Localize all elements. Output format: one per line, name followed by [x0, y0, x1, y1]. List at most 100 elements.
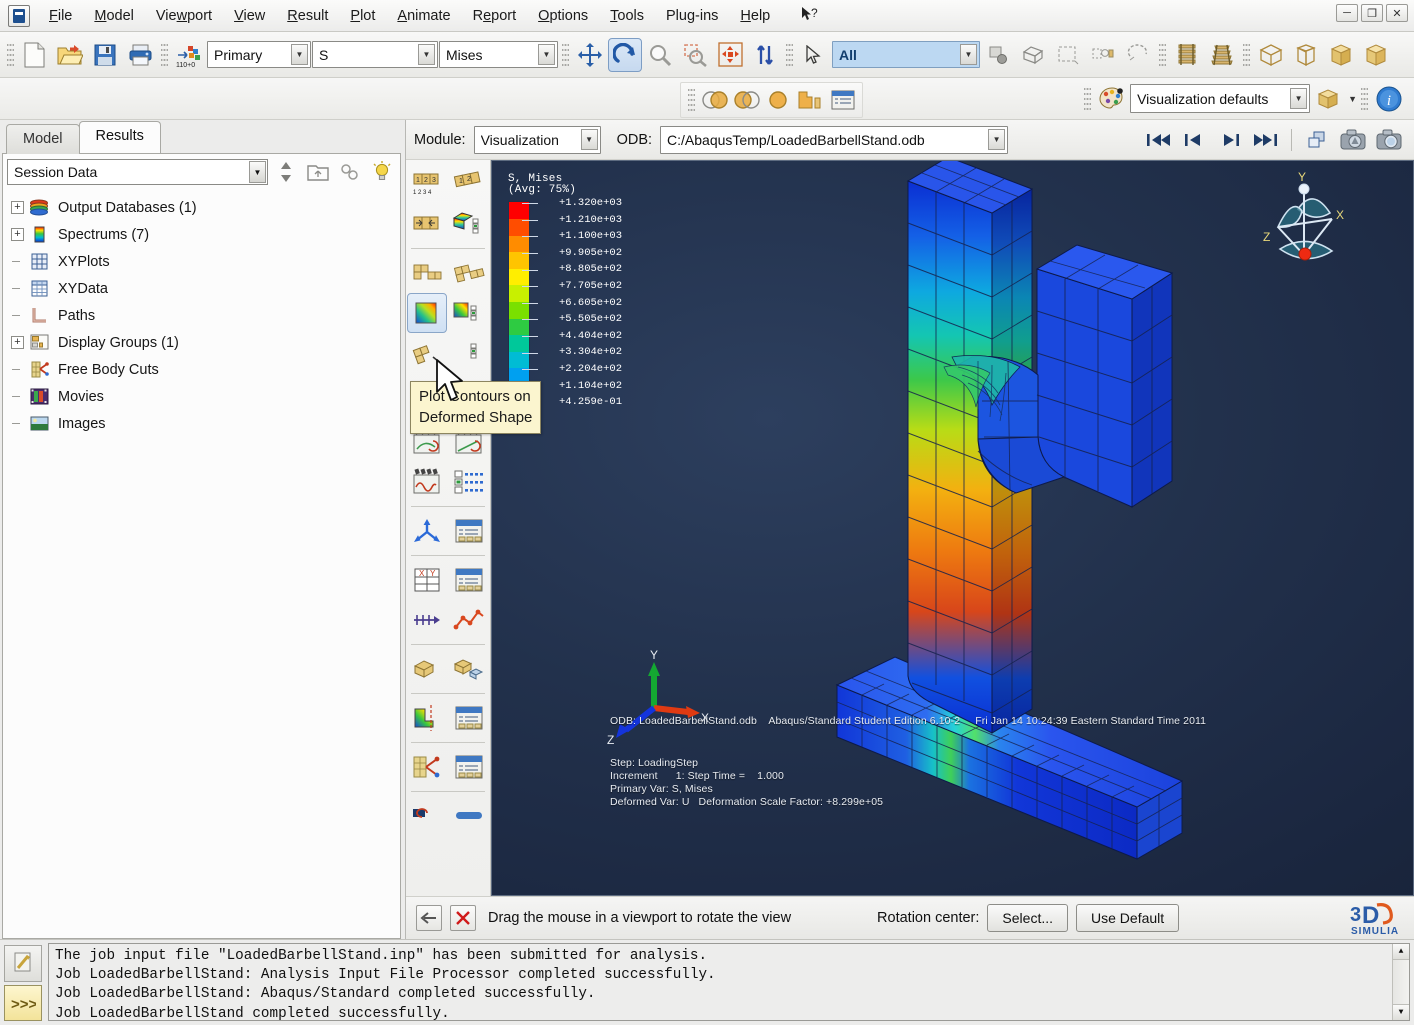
- view-cut-manager-icon[interactable]: [449, 698, 489, 738]
- view-cut-icon[interactable]: [1311, 82, 1345, 116]
- link-icon[interactable]: [336, 159, 364, 185]
- minimize-button[interactable]: ─: [1336, 4, 1358, 22]
- up-down-spinner-icon[interactable]: [272, 159, 300, 185]
- selection-filter-select[interactable]: All ▼: [832, 41, 980, 68]
- pan-icon[interactable]: [573, 38, 607, 72]
- toolbar-grip[interactable]: [7, 41, 14, 68]
- close-button[interactable]: ✕: [1386, 4, 1408, 22]
- previous-frame-icon[interactable]: [1177, 126, 1211, 154]
- chevron-down-icon[interactable]: ▼: [988, 129, 1006, 150]
- overlay-plot-icon[interactable]: [700, 85, 730, 115]
- tree-item-movies[interactable]: Movies: [5, 383, 400, 410]
- remove-selected-icon[interactable]: [1121, 38, 1155, 72]
- view-cut-dropdown-arrow[interactable]: ▼: [1348, 94, 1357, 104]
- toolbar-grip-7[interactable]: [688, 87, 695, 113]
- command-line-icon[interactable]: >>>: [4, 984, 42, 1021]
- tree-item-images[interactable]: Images: [5, 410, 400, 437]
- snapshot-icon[interactable]: [1372, 126, 1406, 154]
- rotate-icon[interactable]: [608, 37, 642, 72]
- next-frame-icon[interactable]: [1213, 126, 1247, 154]
- add-selected-icon[interactable]: [1086, 38, 1120, 72]
- save-icon[interactable]: [88, 38, 122, 72]
- last-frame-icon[interactable]: [1249, 126, 1283, 154]
- free-body-cut-manager-icon[interactable]: [449, 747, 489, 787]
- animation-options-icon[interactable]: [449, 462, 489, 502]
- create-display-group-icon[interactable]: [407, 649, 447, 689]
- context-help-icon[interactable]: ?: [795, 4, 826, 28]
- tree-item-xyplots[interactable]: XYPlots: [5, 248, 400, 275]
- field-output-icon[interactable]: 110+0: [172, 38, 206, 72]
- plot-contours-deformed-shape-icon[interactable]: [407, 293, 447, 333]
- scroll-down-icon[interactable]: ▼: [1393, 1004, 1409, 1020]
- wireframe-icon[interactable]: [1170, 38, 1204, 72]
- solid-cube-icon[interactable]: [1359, 38, 1393, 72]
- link-viewports-icon[interactable]: [732, 85, 762, 115]
- front-view-icon[interactable]: [1289, 38, 1323, 72]
- chevron-down-icon[interactable]: ▼: [249, 161, 266, 183]
- graphics-viewport[interactable]: S, Mises (Avg: 75%) +1.320e+03 +1.210e+03…: [491, 160, 1414, 896]
- menu-tools[interactable]: Tools: [599, 4, 655, 28]
- toolbar-grip-2[interactable]: [161, 41, 168, 68]
- hidden-line-icon[interactable]: [1205, 38, 1239, 72]
- session-data-select[interactable]: Session Data ▼: [7, 159, 268, 185]
- viewport-layout-icon[interactable]: [794, 85, 826, 115]
- chevron-down-icon[interactable]: ▼: [538, 44, 555, 65]
- create-xy-data-icon[interactable]: XY: [407, 560, 447, 600]
- contour-plot-options-icon[interactable]: [449, 293, 489, 333]
- component-select[interactable]: Mises ▼: [439, 41, 558, 68]
- menu-plugins[interactable]: Plug-ins: [655, 4, 729, 28]
- menu-view[interactable]: View: [223, 4, 276, 28]
- tree-item-free-body-cuts[interactable]: Free Body Cuts: [5, 356, 400, 383]
- animate-harmonic-icon[interactable]: [407, 462, 447, 502]
- create-free-body-cut-icon[interactable]: [407, 747, 447, 787]
- odb-select[interactable]: C:/AbaqusTemp/LoadedBarbellStand.odb ▼: [660, 125, 1009, 154]
- tree-item-display-groups[interactable]: + Display Groups (1): [5, 329, 400, 356]
- viewport-annotation-icon[interactable]: [828, 85, 858, 115]
- back-arrow-icon[interactable]: [416, 905, 442, 931]
- common-plot-options-icon[interactable]: [407, 253, 447, 293]
- tree-item-xydata[interactable]: XYData: [5, 275, 400, 302]
- info-icon[interactable]: i: [1372, 82, 1406, 116]
- menu-file[interactable]: FFileile: [38, 4, 83, 28]
- overlay-icon[interactable]: [1300, 126, 1334, 154]
- auto-fit-icon[interactable]: [748, 38, 782, 72]
- chevron-down-icon[interactable]: ▼: [418, 44, 435, 65]
- menu-report[interactable]: Report: [462, 4, 528, 28]
- restore-button[interactable]: ❐: [1361, 4, 1383, 22]
- superimpose-options-icon[interactable]: [449, 253, 489, 293]
- path-manager-icon[interactable]: [449, 511, 489, 551]
- chevron-down-icon[interactable]: ▼: [580, 129, 598, 150]
- tree-item-paths[interactable]: Paths: [5, 302, 400, 329]
- selection-options-icon[interactable]: [981, 38, 1015, 72]
- print-icon[interactable]: [123, 38, 157, 72]
- select-arrow-icon[interactable]: [797, 38, 831, 72]
- xy-data-manager-icon[interactable]: [449, 560, 489, 600]
- replace-selected-icon[interactable]: [1051, 38, 1085, 72]
- expand-icon[interactable]: +: [11, 336, 24, 349]
- magnify-icon[interactable]: [643, 38, 677, 72]
- expand-icon[interactable]: +: [11, 201, 24, 214]
- xy-data-from-path-icon[interactable]: [407, 600, 447, 640]
- stream-plot-icon[interactable]: [407, 796, 447, 836]
- use-default-button[interactable]: Use Default: [1076, 904, 1180, 932]
- module-select[interactable]: Visualization ▼: [473, 125, 601, 154]
- contour-options-icon[interactable]: [449, 204, 489, 244]
- toolbar-grip-6[interactable]: [1243, 41, 1250, 68]
- message-log[interactable]: The job input file "LoadedBarbellStand.i…: [48, 943, 1410, 1021]
- menu-viewport[interactable]: Viewport: [145, 4, 223, 28]
- scroll-up-icon[interactable]: ▲: [1393, 944, 1409, 960]
- variable-select[interactable]: S ▼: [312, 41, 438, 68]
- tree-item-spectrums[interactable]: + Spectrums (7): [5, 221, 400, 248]
- primary-select[interactable]: Primary ▼: [207, 41, 311, 68]
- shaded-cube-icon[interactable]: [1324, 38, 1358, 72]
- fit-all-icon[interactable]: [713, 38, 747, 72]
- menu-plot[interactable]: Plot: [339, 4, 386, 28]
- plot-symbols-icon[interactable]: [407, 204, 447, 244]
- open-container-icon[interactable]: [304, 159, 332, 185]
- toolbar-grip-3[interactable]: [562, 41, 569, 68]
- plot-xy-data-icon[interactable]: [449, 600, 489, 640]
- tab-model[interactable]: Model: [6, 124, 80, 154]
- lightbulb-icon[interactable]: [368, 159, 396, 185]
- open-file-icon[interactable]: [53, 38, 87, 72]
- query-icon[interactable]: [449, 796, 489, 836]
